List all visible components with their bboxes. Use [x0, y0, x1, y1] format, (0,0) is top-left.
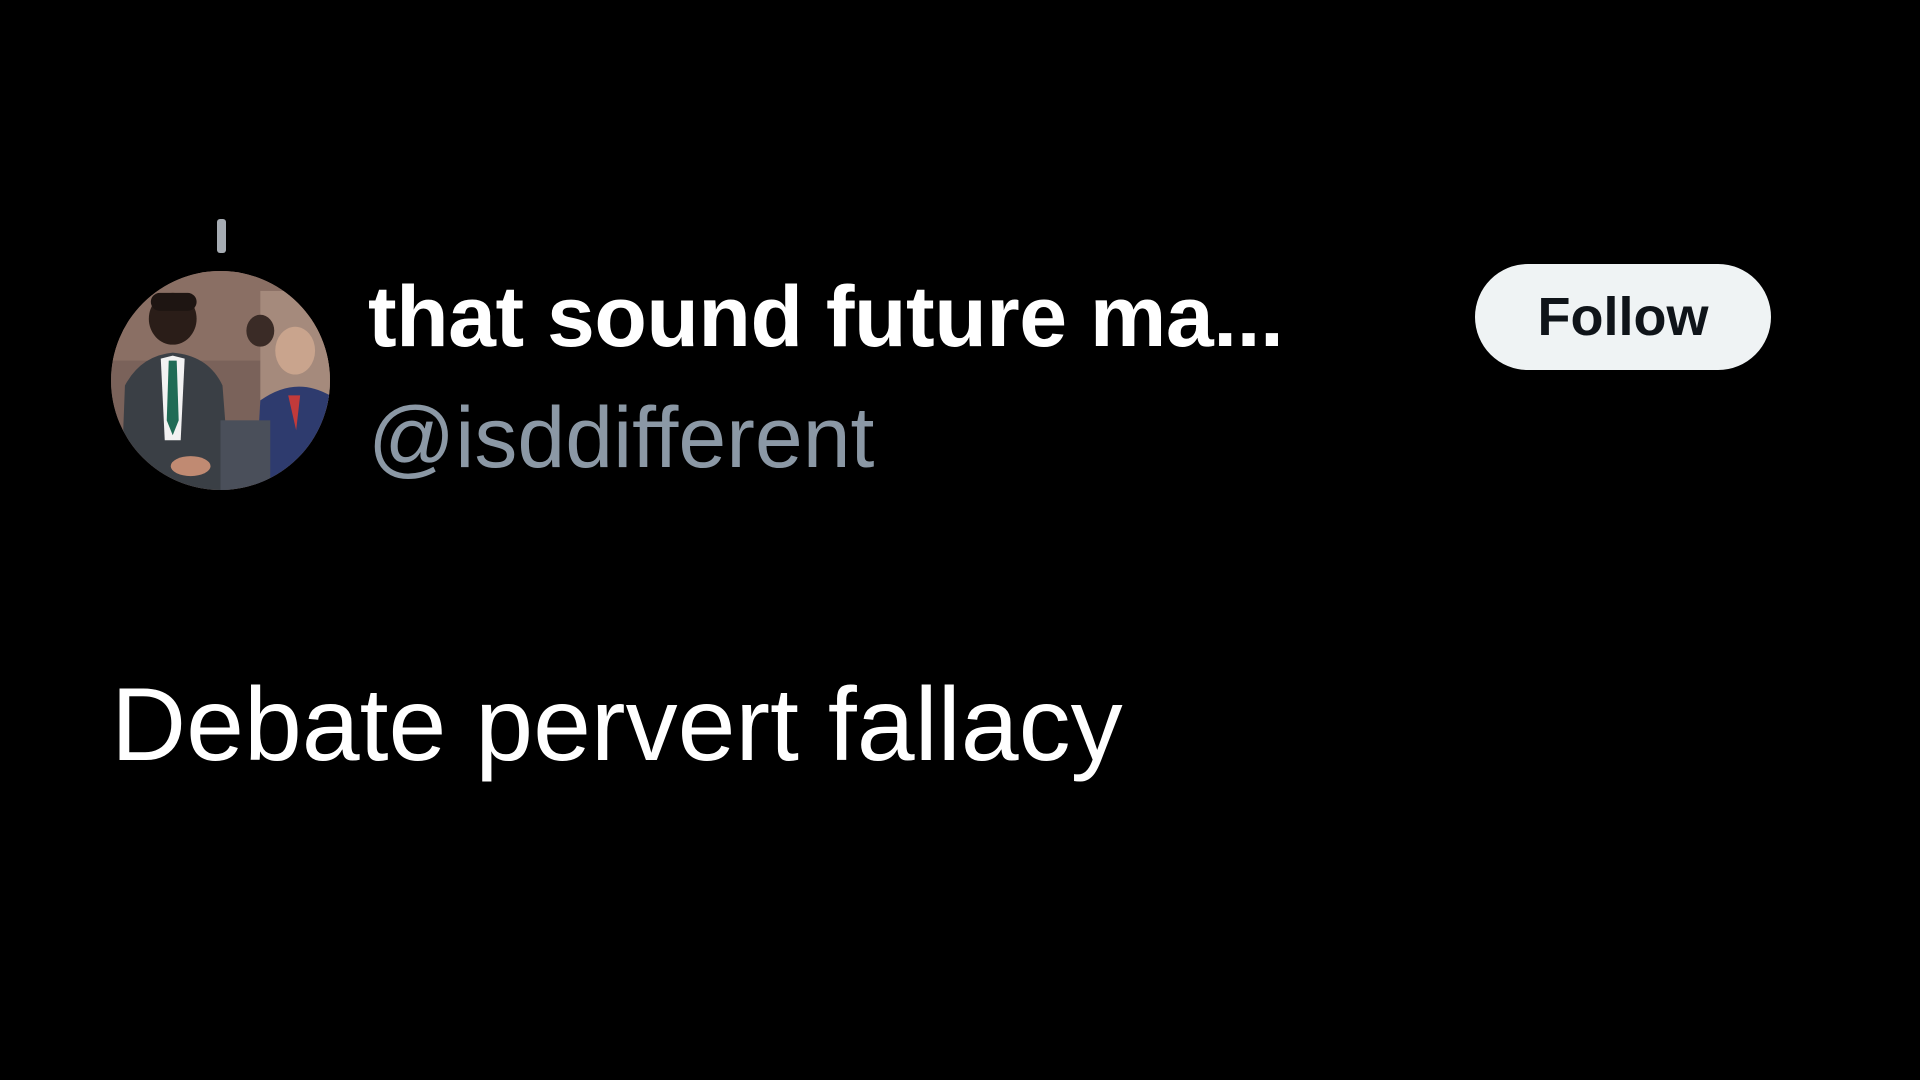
tweet-text: Debate pervert fallacy — [111, 667, 1123, 783]
follow-button[interactable]: Follow — [1475, 264, 1771, 370]
avatar[interactable] — [111, 271, 330, 490]
thread-connector-line — [217, 219, 226, 253]
profile-photo-icon — [111, 271, 330, 490]
author-display-name[interactable]: that sound future ma... — [368, 262, 1284, 372]
author-handle[interactable]: @isddifferent — [368, 383, 874, 493]
